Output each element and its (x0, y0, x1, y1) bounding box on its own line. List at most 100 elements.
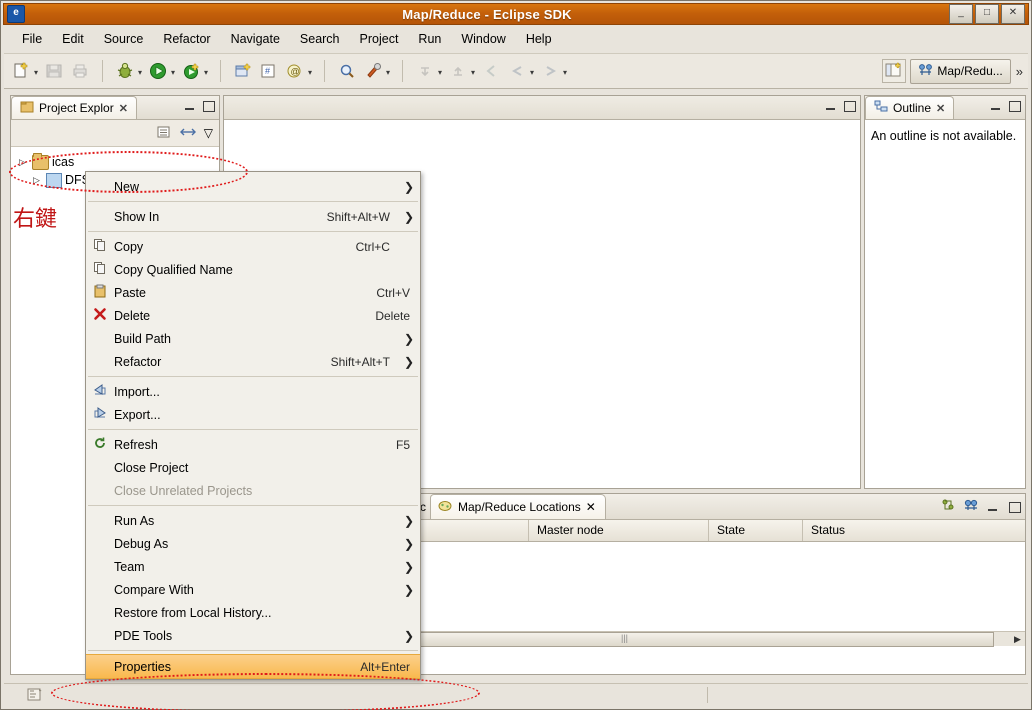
maximize-button[interactable]: □ (975, 4, 999, 24)
menu-item-close-project[interactable]: Close Project (86, 456, 420, 479)
menu-item-label: Debug As (110, 537, 394, 551)
minimize-mapreduce-icon[interactable] (986, 500, 1000, 514)
maximize-editor-icon[interactable] (842, 99, 856, 113)
maximize-view-icon[interactable] (201, 99, 215, 113)
menu-file[interactable]: File (12, 30, 52, 48)
perspective-overflow-icon[interactable]: » (1011, 64, 1028, 79)
toolbar-group-new: ▾ (4, 61, 97, 81)
outline-message: An outline is not available. (865, 120, 1025, 153)
editor-tabbar (224, 96, 860, 120)
minimize-view-icon[interactable] (183, 99, 197, 113)
menu-item-refresh[interactable]: Refresh F5 (86, 433, 420, 456)
menu-item-accel: F5 (396, 438, 414, 452)
menu-item-pde-tools[interactable]: PDE Tools ❯ (86, 624, 420, 647)
menu-item-team[interactable]: Team ❯ (86, 555, 420, 578)
menu-source[interactable]: Source (94, 30, 154, 48)
run-icon[interactable] (148, 61, 168, 81)
expand-arrow-icon[interactable]: ▷ (19, 157, 29, 168)
menu-search[interactable]: Search (290, 30, 350, 48)
new-wizard-icon[interactable] (11, 61, 31, 81)
menu-item-compare-with[interactable]: Compare With ❯ (86, 578, 420, 601)
editor-panel-buttons (824, 99, 856, 113)
dfs-locations-icon (46, 173, 62, 188)
menu-refactor[interactable]: Refactor (153, 30, 220, 48)
menu-item-paste[interactable]: Paste Ctrl+V (86, 281, 420, 304)
perspective-switcher: Map/Redu... » (882, 53, 1028, 89)
new-wizard-dropdown-icon[interactable]: ▾ (34, 61, 41, 81)
menu-navigate[interactable]: Navigate (221, 30, 290, 48)
svg-text:@: @ (291, 67, 300, 77)
minimize-button[interactable]: _ (949, 4, 973, 24)
menu-item-copy-qualified-name[interactable]: Copy Qualified Name (86, 258, 420, 281)
menu-window[interactable]: Window (451, 30, 515, 48)
run-dropdown-icon[interactable]: ▾ (171, 61, 178, 81)
perspective-mapreduce-button[interactable]: Map/Redu... (910, 59, 1010, 84)
coverage-icon[interactable] (181, 61, 201, 81)
view-menu-icon[interactable]: ▽ (204, 126, 213, 140)
minimize-outline-icon[interactable] (989, 99, 1003, 113)
menu-item-build-path[interactable]: Build Path ❯ (86, 327, 420, 350)
collapse-all-icon[interactable] (156, 125, 172, 142)
menu-edit[interactable]: Edit (52, 30, 94, 48)
column-header-master-node[interactable]: Master node (529, 520, 709, 541)
column-header-state[interactable]: State (709, 520, 803, 541)
scroll-right-icon[interactable]: ▶ (1010, 634, 1025, 645)
menu-item-properties[interactable]: Properties Alt+Enter (86, 654, 420, 679)
menu-item-delete[interactable]: Delete Delete (86, 304, 420, 327)
tab-project-explorer[interactable]: Project Explor ✕ (11, 96, 137, 119)
debug-dropdown-icon[interactable]: ▾ (138, 61, 145, 81)
menu-item-new[interactable]: New ❯ (86, 175, 420, 198)
new-annotation-dropdown-icon[interactable]: ▾ (308, 61, 315, 81)
column-header-status[interactable]: Status (803, 520, 1025, 541)
menu-help[interactable]: Help (516, 30, 562, 48)
new-hadoop-location-icon[interactable] (940, 498, 956, 515)
link-with-editor-icon[interactable] (180, 125, 196, 142)
perspective-label: Map/Redu... (937, 64, 1002, 78)
external-tools-dropdown-icon[interactable]: ▾ (386, 61, 393, 81)
menu-item-copy[interactable]: Copy Ctrl+C ❯ (86, 235, 420, 258)
new-annotation-icon[interactable]: @ (285, 61, 305, 81)
tab-outline[interactable]: Outline ✕ (865, 96, 954, 119)
forward-icon (540, 61, 560, 81)
maximize-outline-icon[interactable] (1007, 99, 1021, 113)
expand-arrow-icon-2[interactable]: ▷ (33, 175, 43, 186)
tree-item-icas[interactable]: ▷ icas (15, 153, 215, 171)
menu-item-show-in[interactable]: Show In Shift+Alt+W ❯ (86, 205, 420, 228)
menu-item-close-unrelated-projects: Close Unrelated Projects (86, 479, 420, 502)
external-tools-icon[interactable] (363, 61, 383, 81)
close-button[interactable]: ✕ (1001, 4, 1025, 24)
new-java-package-icon[interactable] (233, 61, 253, 81)
tab-mapreduce-locations[interactable]: Map/Reduce Locations ✕ (430, 494, 606, 519)
toolbar-group-java: # @ ▾ (226, 61, 319, 81)
menu-project[interactable]: Project (350, 30, 409, 48)
menu-separator-4 (88, 429, 418, 430)
menu-item-export[interactable]: Export... (86, 403, 420, 426)
menu-item-debug-as[interactable]: Debug As ❯ (86, 532, 420, 555)
menu-item-refactor[interactable]: Refactor Shift+Alt+T ❯ (86, 350, 420, 373)
menu-item-label: Refresh (110, 438, 396, 452)
minimize-editor-icon[interactable] (824, 99, 838, 113)
open-perspective-icon[interactable] (882, 59, 906, 83)
maximize-mapreduce-icon[interactable] (1007, 500, 1021, 514)
tab-label: Project Explor (39, 101, 114, 115)
context-menu: New ❯ Show In Shift+Alt+W ❯ Copy Ctrl+C … (85, 171, 421, 680)
close-icon[interactable]: ✕ (586, 500, 596, 514)
menu-item-label: Run As (110, 514, 394, 528)
save-icon (44, 61, 64, 81)
edit-hadoop-location-icon[interactable] (963, 498, 979, 515)
menu-item-restore-from-local-history[interactable]: Restore from Local History... (86, 601, 420, 624)
submenu-arrow-icon: ❯ (394, 537, 414, 551)
mapreduce-panel-buttons (940, 498, 1021, 515)
menu-item-import[interactable]: Import... (86, 380, 420, 403)
coverage-dropdown-icon[interactable]: ▾ (204, 61, 211, 81)
copy-qualified-icon (90, 261, 110, 278)
toolbar-separator (102, 60, 103, 82)
debug-icon[interactable] (115, 61, 135, 81)
close-icon[interactable]: ✕ (936, 102, 945, 115)
search-icon[interactable] (337, 61, 357, 81)
menu-item-run-as[interactable]: Run As ❯ (86, 509, 420, 532)
new-java-class-icon[interactable]: # (259, 61, 279, 81)
submenu-arrow-icon: ❯ (394, 332, 414, 346)
close-icon[interactable]: ✕ (119, 102, 128, 115)
menu-run[interactable]: Run (408, 30, 451, 48)
